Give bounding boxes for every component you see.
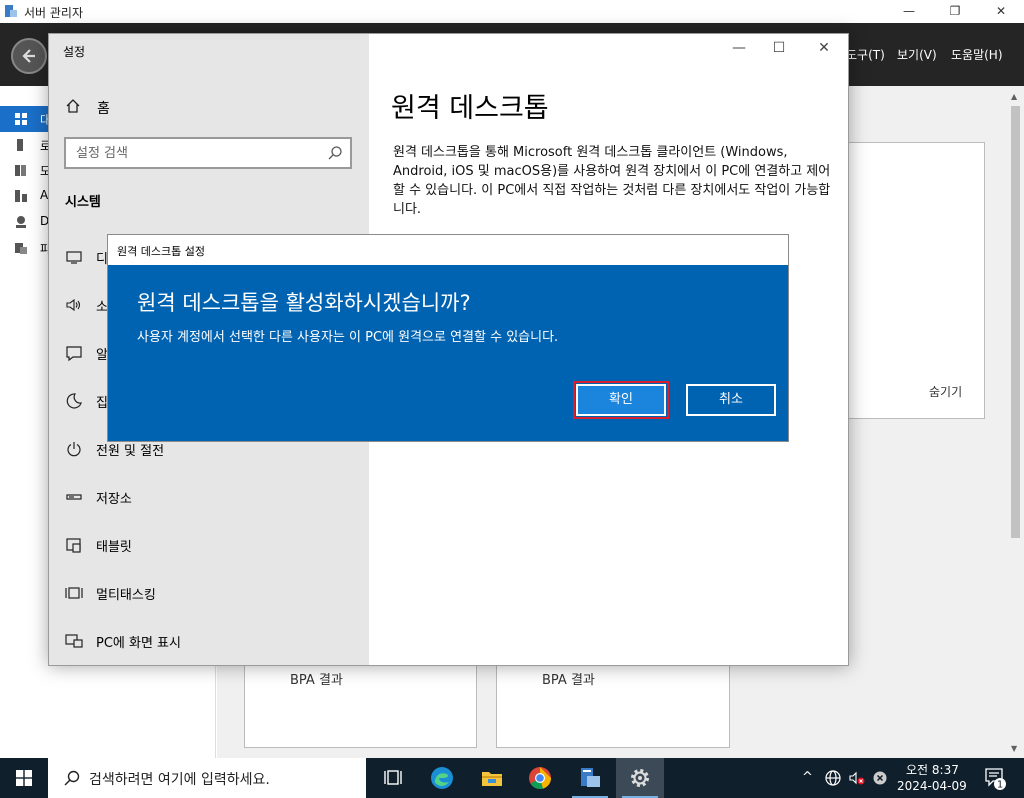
storage-icon — [66, 494, 82, 500]
hide-link[interactable]: 숨기기 — [929, 383, 962, 400]
home-nav[interactable]: 홈 — [65, 97, 345, 119]
menu-tools[interactable]: 도구(T) — [846, 46, 885, 63]
dialog-heading: 원격 데스크톱을 활성화하시겠습니까? — [137, 291, 471, 315]
maximize-button[interactable]: ❐ — [932, 0, 978, 23]
settings-maximize-button[interactable]: ☐ — [765, 40, 793, 60]
settings-title: 설정 — [63, 45, 86, 59]
file-services-icon — [15, 243, 27, 254]
status-error-icon[interactable] — [872, 770, 888, 786]
taskbar-settings[interactable] — [616, 758, 664, 798]
windows-logo-icon — [16, 770, 32, 786]
minimize-button[interactable]: — — [886, 0, 932, 23]
dns-icon — [16, 216, 26, 228]
focus-assist-icon — [66, 393, 82, 409]
dialog-message: 사용자 계정에서 선택한 다른 사용자는 이 PC에 원격으로 연결할 수 있습… — [137, 330, 559, 345]
taskbar-search-placeholder: 검색하려면 여기에 입력하세요. — [89, 772, 270, 788]
vertical-scrollbar[interactable]: ▲ ▼ — [1007, 86, 1024, 758]
back-button[interactable] — [11, 38, 47, 74]
servers-icon — [15, 165, 26, 176]
menu-view[interactable]: 보기(V) — [897, 46, 937, 63]
role-tile: BPA 결과 — [496, 660, 730, 748]
back-arrow-icon — [22, 49, 35, 63]
taskbar: 검색하려면 여기에 입력하세요. ^ 오전 8:37 2024-04-09 1 — [0, 758, 1024, 798]
role-tile: BPA 결과 — [244, 660, 477, 748]
taskbar-chrome[interactable] — [516, 758, 564, 798]
menu-help[interactable]: 도움말(H) — [951, 46, 1003, 63]
page-description: 원격 데스크톱을 통해 Microsoft 원격 데스크톱 클라이언트 (Win… — [393, 145, 831, 217]
welcome-panel: 숨기기 — [848, 142, 985, 419]
taskbar-search[interactable]: 검색하려면 여기에 입력하세요. — [48, 758, 366, 798]
clock-time[interactable]: 오전 8:37 — [906, 761, 959, 778]
folder-icon — [482, 772, 502, 786]
taskbar-edge[interactable] — [418, 758, 466, 798]
multitasking-icon — [65, 587, 83, 599]
close-button[interactable]: ✕ — [978, 0, 1024, 23]
page-title: 원격 데스크톱 — [391, 93, 549, 124]
search-icon — [328, 146, 342, 160]
server-manager-titlebar: 서버 관리자 — ❐ ✕ — [0, 0, 1024, 23]
projecting-icon — [65, 634, 83, 648]
server-manager-icon — [5, 5, 17, 17]
scroll-down-icon[interactable]: ▼ — [1011, 744, 1017, 753]
clock-date[interactable]: 2024-04-09 — [897, 779, 967, 793]
volume-muted-icon[interactable] — [848, 769, 866, 787]
edge-icon — [431, 767, 453, 789]
confirm-button[interactable]: 확인 — [573, 381, 669, 419]
nav-projecting[interactable]: PC에 화면 표시 — [65, 629, 355, 655]
nav-label: 전원 및 절전 — [96, 444, 165, 459]
chrome-icon — [529, 767, 551, 790]
dialog-titlebar: 원격 데스크톱 설정 — [108, 235, 788, 265]
nav-label: 저장소 — [96, 492, 132, 507]
dashboard-icon — [15, 113, 27, 125]
power-icon — [67, 442, 81, 457]
start-button[interactable] — [0, 758, 48, 798]
nav-label: PC에 화면 표시 — [96, 636, 181, 651]
nav-label: 태블릿 — [96, 540, 132, 555]
nav-label: 멀티태스킹 — [96, 588, 156, 603]
scroll-up-icon[interactable]: ▲ — [1011, 92, 1017, 101]
dialog-title: 원격 데스크톱 설정 — [117, 245, 205, 258]
window-title: 서버 관리자 — [24, 6, 84, 20]
taskbar-server-manager[interactable] — [566, 758, 614, 798]
task-view-button[interactable] — [370, 758, 418, 798]
scroll-thumb[interactable] — [1011, 106, 1020, 538]
settings-search[interactable] — [64, 137, 352, 169]
nav-multitasking[interactable]: 멀티태스킹 — [65, 581, 355, 607]
settings-search-input[interactable] — [66, 139, 316, 167]
nav-label: A — [40, 188, 49, 202]
nav-tablet[interactable]: 태블릿 — [65, 533, 355, 559]
gear-icon — [631, 769, 649, 787]
cancel-button[interactable]: 취소 — [686, 384, 776, 416]
task-view-icon — [384, 770, 402, 785]
search-icon — [64, 770, 80, 786]
settings-close-button[interactable]: ✕ — [810, 40, 838, 60]
bpa-results-link[interactable]: BPA 결과 — [542, 669, 595, 688]
section-title: 시스템 — [65, 195, 101, 210]
taskbar-file-explorer[interactable] — [468, 758, 516, 798]
nav-storage[interactable]: 저장소 — [65, 485, 355, 511]
settings-minimize-button[interactable]: — — [725, 40, 753, 60]
remote-desktop-confirm-dialog: 원격 데스크톱 설정 원격 데스크톱을 활성화하시겠습니까? 사용자 계정에서 … — [107, 234, 789, 442]
server-manager-icon — [581, 768, 600, 787]
chevron-up-icon[interactable]: ^ — [802, 770, 813, 785]
notifications-icon — [66, 346, 82, 362]
tablet-icon — [66, 538, 81, 553]
notification-count: 1 — [997, 780, 1003, 791]
home-label: 홈 — [97, 101, 110, 117]
bpa-results-link[interactable]: BPA 결과 — [290, 669, 343, 688]
server-icon — [17, 139, 23, 151]
network-globe-icon[interactable] — [824, 769, 842, 787]
sound-icon — [66, 298, 81, 312]
notification-center-icon[interactable]: 1 — [984, 767, 1008, 791]
home-icon — [66, 99, 80, 113]
directory-icon — [15, 190, 27, 202]
display-icon — [66, 251, 82, 264]
